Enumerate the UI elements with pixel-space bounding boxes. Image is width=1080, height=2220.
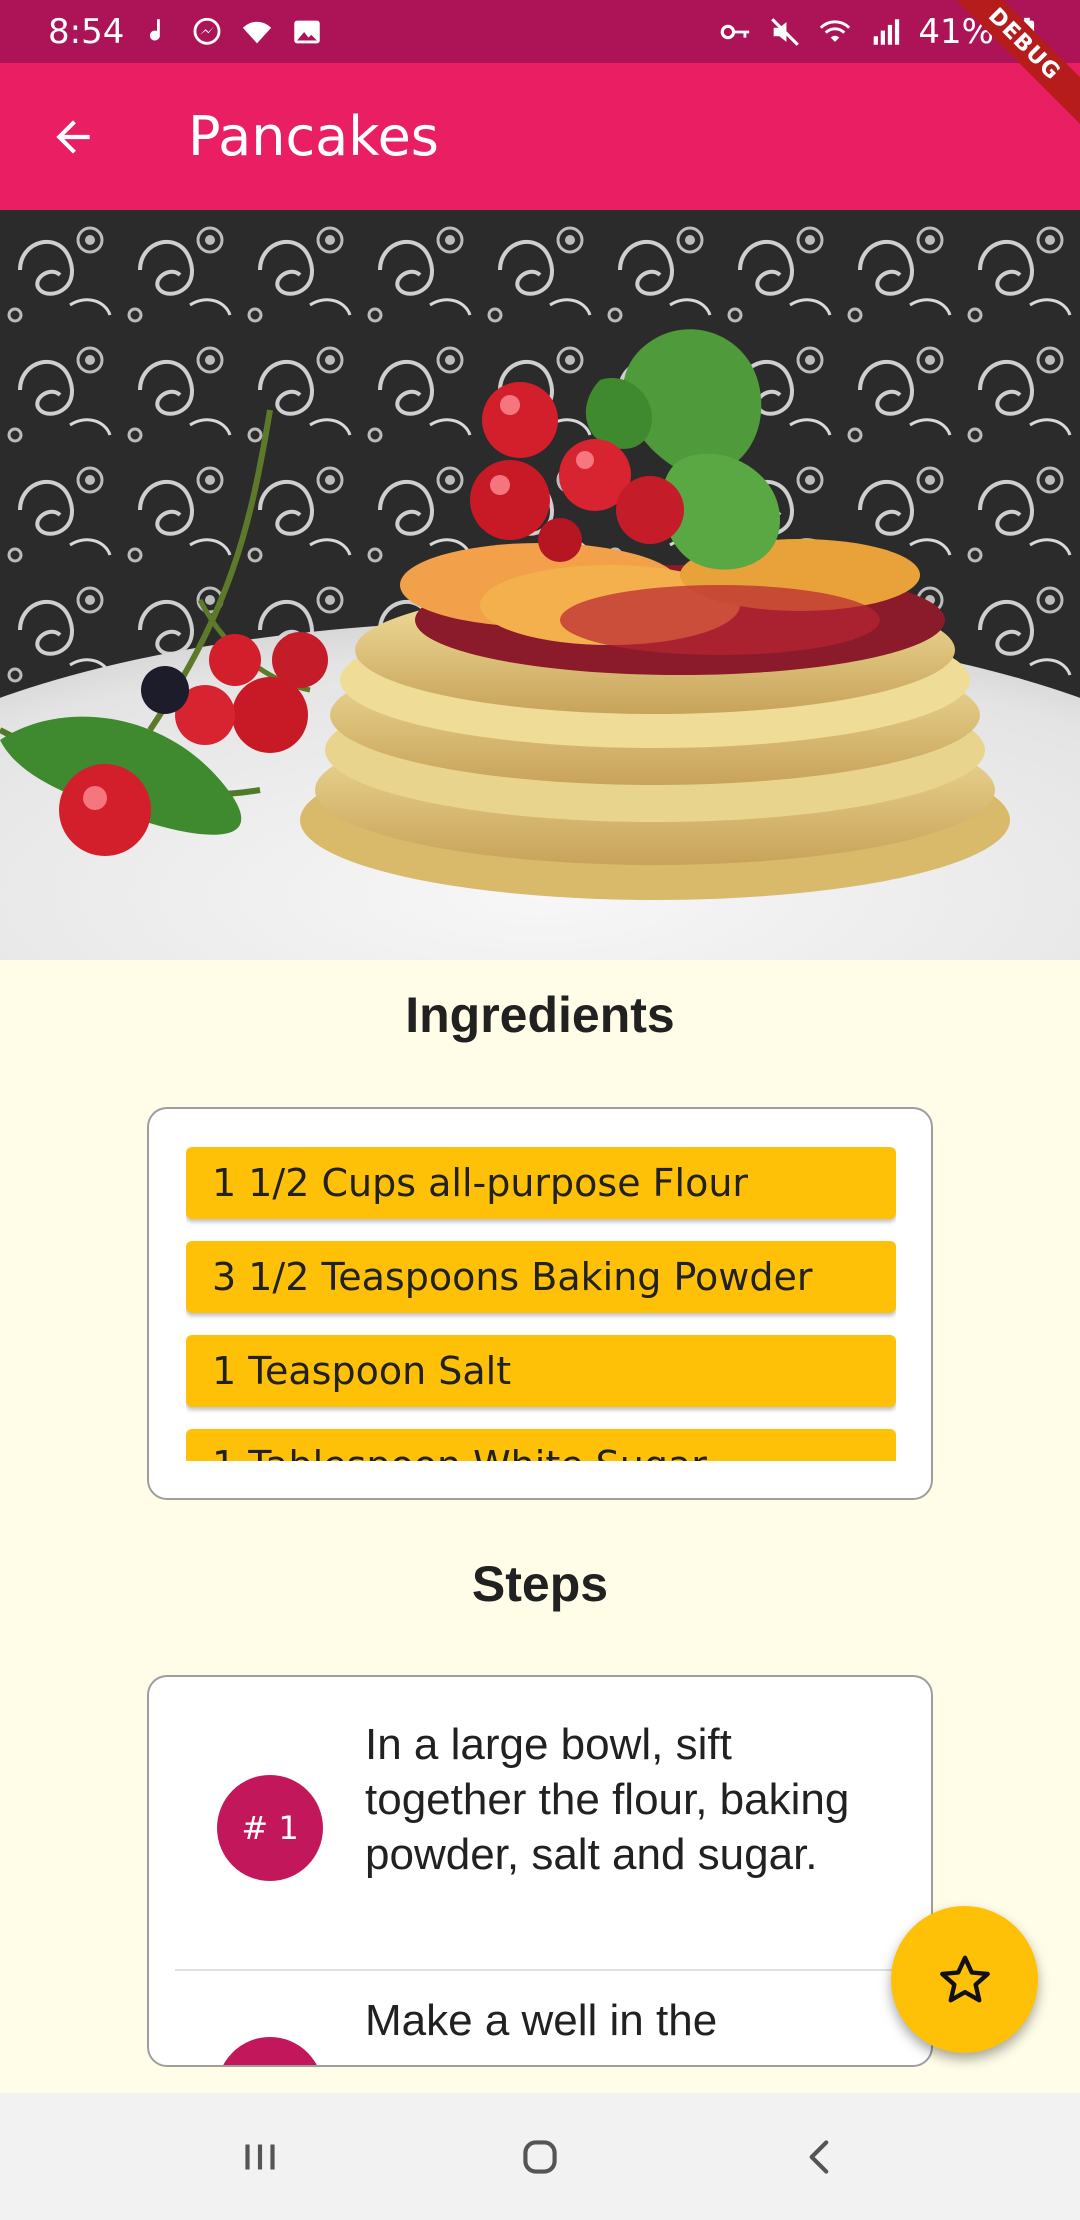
step-text: In a large bowl, sift together the flour… (365, 1720, 850, 1879)
step-number-badge: # 2 (217, 2037, 323, 2065)
ingredient-item: 1 1/2 Cups all-purpose Flour (186, 1147, 896, 1219)
status-right: 41% (718, 12, 1044, 52)
back-icon (809, 2139, 829, 2174)
status-left: 8:54 (48, 12, 324, 52)
step-item: # 1 In a large bowl, sift together the f… (149, 1707, 931, 1969)
ingredient-item: 1 Teaspoon Salt (186, 1335, 896, 1407)
messenger-icon (190, 15, 224, 49)
image-icon (290, 15, 324, 49)
mute-icon (768, 15, 802, 49)
page-title: Pancakes (188, 105, 439, 168)
home-button[interactable] (495, 2112, 585, 2202)
status-bar: 8:54 41% (0, 0, 1080, 63)
ingredients-title: Ingredients (405, 987, 675, 1043)
ingredient-item: 1 Tablespoon White Sugar (186, 1429, 896, 1461)
system-back-button[interactable] (775, 2112, 865, 2202)
recent-apps-button[interactable] (215, 2112, 305, 2202)
step-item: # 2 Make a well in the (175, 1969, 909, 2065)
recipe-image (0, 210, 1080, 960)
step-number-badge: # 1 (217, 1775, 323, 1881)
ingredients-list[interactable]: 1 1/2 Cups all-purpose Flour 3 1/2 Teasp… (186, 1147, 896, 1461)
signal-icon (868, 15, 902, 49)
app-bar: Pancakes (0, 63, 1080, 210)
ingredient-item: 3 1/2 Teaspoons Baking Powder (186, 1241, 896, 1313)
star-outline-icon (939, 1955, 990, 2002)
system-nav-bar (0, 2093, 1080, 2220)
ingredients-card[interactable]: 1 1/2 Cups all-purpose Flour 3 1/2 Teasp… (147, 1107, 933, 1500)
battery-icon (1010, 15, 1044, 49)
steps-title: Steps (471, 1556, 609, 1612)
back-button[interactable] (36, 100, 110, 174)
arrow-back-icon (56, 119, 90, 154)
wifi-icon (240, 15, 274, 49)
wifi-calling-icon (818, 15, 852, 49)
home-icon (523, 2139, 557, 2174)
status-time: 8:54 (48, 11, 125, 52)
music-note-icon (140, 15, 174, 49)
favorite-button[interactable] (891, 1906, 1038, 2053)
step-text: Make a well in the (365, 1996, 718, 2045)
steps-card[interactable]: # 1 In a large bowl, sift together the f… (147, 1675, 933, 2067)
key-icon (718, 15, 752, 49)
battery-percent: 41% (918, 11, 994, 52)
recent-apps-icon (245, 2144, 275, 2169)
pancakes-illustration (0, 210, 1080, 960)
